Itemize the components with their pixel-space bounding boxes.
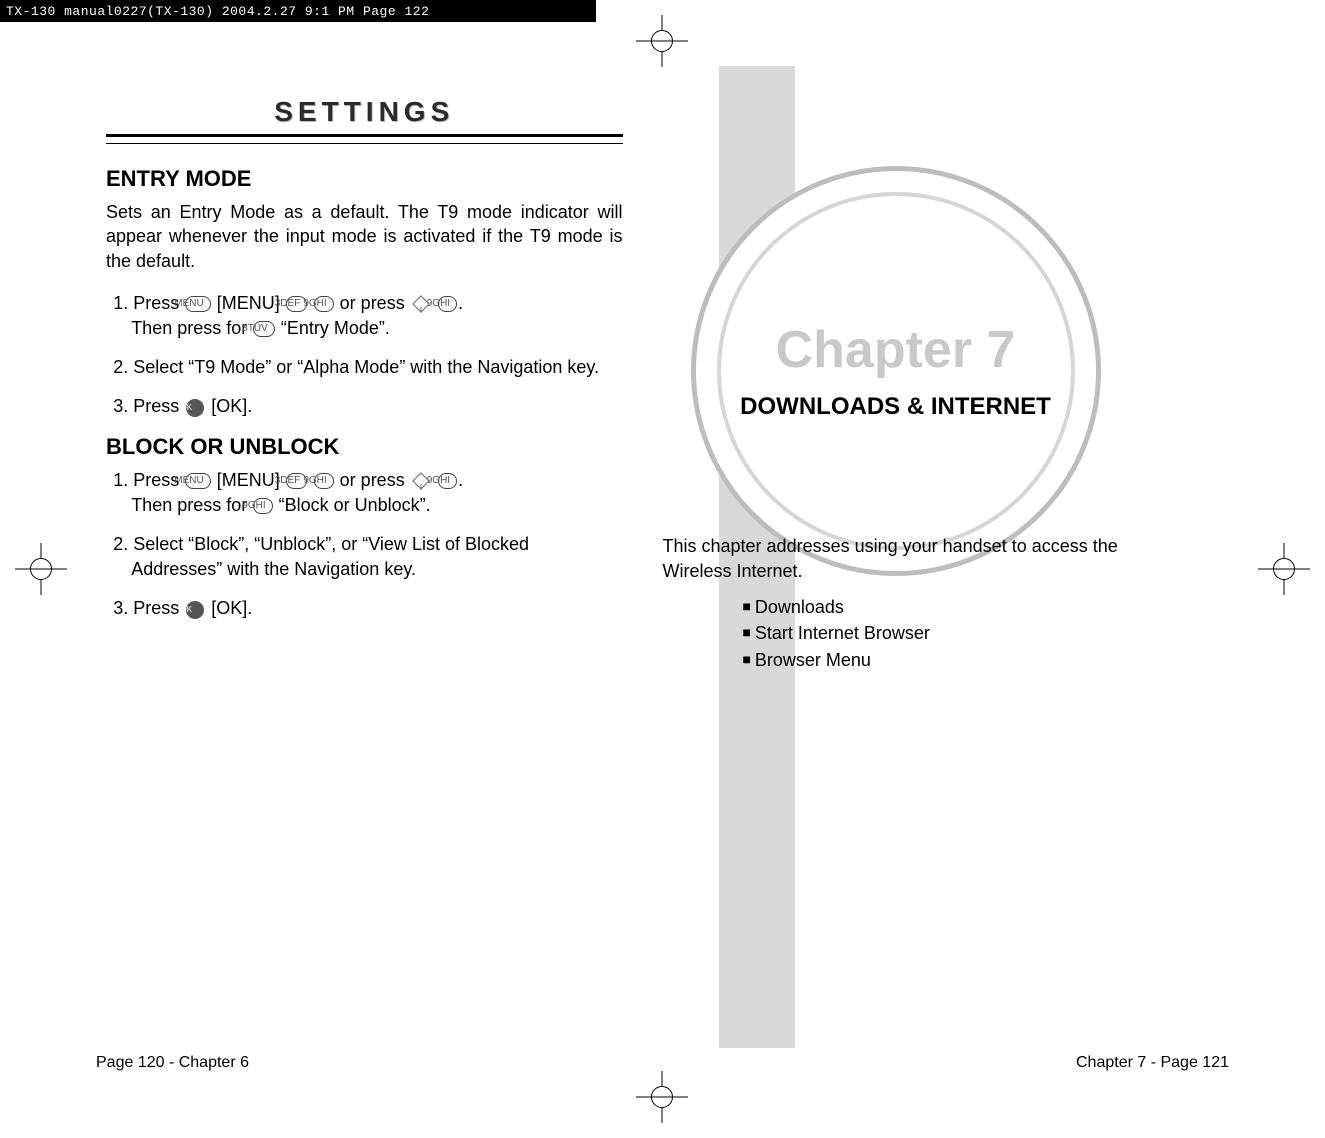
step-text: Press	[133, 598, 179, 618]
step-text: Press	[133, 396, 179, 416]
ok-button-icon: OK	[186, 601, 204, 619]
step-dot: .	[458, 293, 463, 313]
list-item: Downloads	[743, 594, 1190, 620]
key-9ghi-icon: 9GHI	[438, 473, 457, 489]
step-text: Press	[133, 293, 179, 313]
step-num: 1.	[113, 470, 128, 490]
right-page-body: This chapter addresses using your handse…	[663, 534, 1190, 673]
step-text-quote: “Block or Unblock”.	[279, 495, 431, 515]
entry-mode-step-3: 3. Press OK [OK].	[106, 394, 623, 419]
block-step-2: 2. Select “Block”, “Unblock”, or “View L…	[106, 532, 623, 582]
preflight-text: TX-130 manual0227(TX-130) 2004.2.27 9:1 …	[6, 4, 429, 19]
chapter-intro: This chapter addresses using your handse…	[663, 534, 1190, 584]
nav-diamond-icon	[412, 472, 430, 490]
chapter-title: Chapter 7	[776, 320, 1016, 380]
entry-mode-step-2: 2. Select “T9 Mode” or “Alpha Mode” with…	[106, 355, 623, 380]
block-step-1: 1. Press MENU [MENU] 3DEF 9GHI or press …	[106, 468, 623, 518]
step-text: or press	[340, 470, 405, 490]
title-rule-thin	[106, 143, 623, 144]
list-item: Browser Menu	[743, 647, 1190, 673]
chapter-subtitle: DOWNLOADS & INTERNET	[740, 392, 1051, 422]
section-heading-entry-mode: ENTRY MODE	[106, 166, 623, 192]
left-page: SETTINGS ENTRY MODE Sets an Entry Mode a…	[96, 66, 663, 1072]
step-text: Press	[133, 470, 179, 490]
page-title: SETTINGS	[106, 96, 623, 128]
page-spread: SETTINGS ENTRY MODE Sets an Entry Mode a…	[96, 66, 1229, 1072]
registration-mark-right	[1258, 543, 1310, 595]
left-page-footer: Page 120 - Chapter 6	[96, 1054, 249, 1072]
step-text: or press	[340, 293, 405, 313]
step-text: [OK].	[211, 598, 252, 618]
block-step-3: 3. Press OK [OK].	[106, 596, 623, 621]
title-rule-thick	[106, 134, 623, 137]
registration-mark-top	[636, 15, 688, 67]
step-text: [MENU]	[217, 470, 280, 490]
menu-key-icon: MENU	[185, 473, 210, 489]
section-heading-block: BLOCK OR UNBLOCK	[106, 434, 623, 460]
preflight-header: TX-130 manual0227(TX-130) 2004.2.27 9:1 …	[0, 0, 596, 22]
nav-diamond-icon	[412, 295, 430, 313]
list-item: Start Internet Browser	[743, 620, 1190, 646]
key-8tuv-icon: 8TUV	[253, 321, 275, 337]
chapter-bullet-list: Downloads Start Internet Browser Browser…	[743, 594, 1190, 672]
key-9ghi-icon: 9GHI	[438, 296, 457, 312]
key-9ghi-icon: 9GHI	[314, 473, 333, 489]
entry-mode-step-1: 1. Press MENU [MENU] 3DEF 9GHI or press …	[106, 291, 623, 341]
step-num: 3.	[113, 598, 128, 618]
step-text: [OK].	[211, 396, 252, 416]
right-page: Chapter 7 DOWNLOADS & INTERNET This chap…	[663, 66, 1230, 1072]
step-text: [MENU]	[217, 293, 280, 313]
key-9ghi-icon: 9GHI	[253, 498, 272, 514]
step-text: Then press for	[131, 318, 247, 338]
step-dot: .	[458, 470, 463, 490]
menu-key-icon: MENU	[185, 296, 210, 312]
chapter-ring-inner: Chapter 7 DOWNLOADS & INTERNET	[717, 192, 1075, 550]
right-page-footer: Chapter 7 - Page 121	[1076, 1054, 1229, 1072]
step-num: 1.	[113, 293, 128, 313]
section-intro-entry-mode: Sets an Entry Mode as a default. The T9 …	[106, 200, 623, 273]
chapter-ring-outer: Chapter 7 DOWNLOADS & INTERNET	[691, 166, 1101, 576]
step-text-quote: “Entry Mode”.	[281, 318, 390, 338]
registration-mark-bottom	[636, 1071, 688, 1123]
key-9ghi-icon: 9GHI	[314, 296, 333, 312]
registration-mark-left	[15, 543, 67, 595]
step-text: Then press for	[131, 495, 247, 515]
step-num: 3.	[113, 396, 128, 416]
ok-button-icon: OK	[186, 399, 204, 417]
